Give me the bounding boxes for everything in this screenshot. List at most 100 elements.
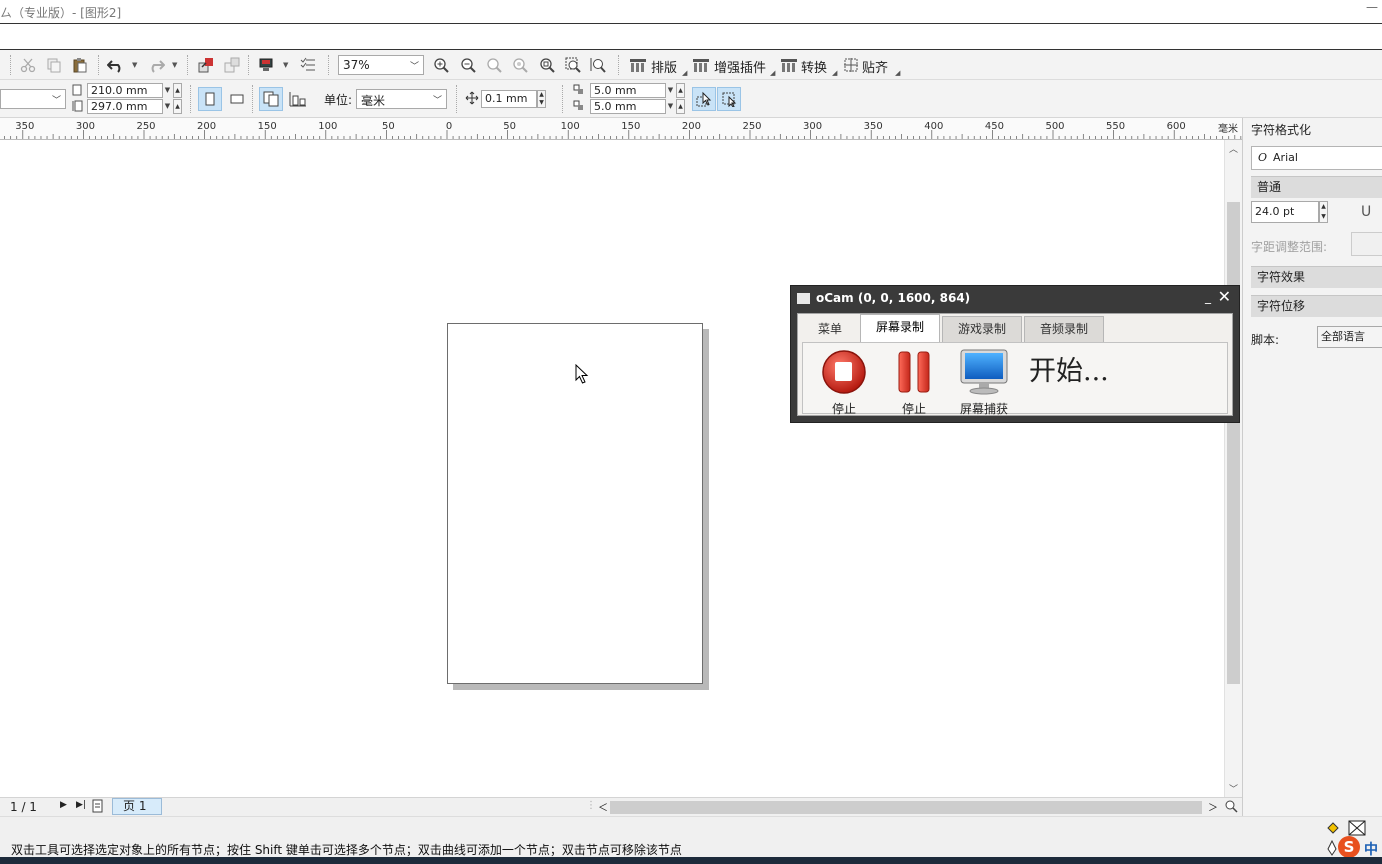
close-icon[interactable]: ✕ bbox=[1218, 287, 1231, 306]
options-icon[interactable] bbox=[298, 55, 318, 75]
duplicate-x-input[interactable]: 5.0 mm bbox=[590, 83, 666, 98]
snap-button[interactable]: 贴齐 bbox=[862, 57, 888, 76]
convert-dropdown-icon[interactable]: ◢ bbox=[832, 69, 837, 77]
zoom-selection-icon[interactable] bbox=[484, 55, 504, 75]
scroll-right-icon[interactable]: ＞ bbox=[1208, 799, 1218, 814]
cut-icon[interactable] bbox=[18, 55, 38, 75]
page-width-dropdown-icon[interactable]: ▼ bbox=[163, 83, 172, 98]
vertical-scroll-thumb[interactable] bbox=[1227, 202, 1240, 684]
undo-icon[interactable] bbox=[106, 55, 126, 75]
export-icon[interactable] bbox=[222, 55, 242, 75]
ruler-tick-label: 600 bbox=[1167, 121, 1186, 132]
zoom-height-icon[interactable] bbox=[588, 55, 608, 75]
redo-icon[interactable] bbox=[146, 55, 166, 75]
ocam-title-bar[interactable]: oCam (0, 0, 1600, 864) _ ✕ bbox=[791, 286, 1239, 310]
duplicate-x-dropdown-icon[interactable]: ▼ bbox=[666, 83, 675, 98]
convert-button[interactable]: 转换 bbox=[801, 57, 827, 76]
layout-dropdown-icon[interactable]: ◢ bbox=[682, 69, 687, 77]
ruler-tick-label: 50 bbox=[503, 121, 516, 132]
ruler-tick-label: 350 bbox=[15, 121, 34, 132]
duplicate-y-stepper[interactable]: ▲ bbox=[676, 99, 685, 114]
underline-icon[interactable]: U bbox=[1361, 204, 1371, 220]
fill-bucket-icon[interactable] bbox=[1326, 821, 1340, 838]
snap-icon bbox=[841, 55, 861, 75]
treat-as-filled-button[interactable] bbox=[692, 87, 716, 111]
page-height-stepper[interactable]: ▲ bbox=[173, 99, 182, 114]
plugins-dropdown-icon[interactable]: ◢ bbox=[770, 69, 775, 77]
ocam-stop-button[interactable]: 停止 bbox=[819, 349, 869, 417]
ruler-tick-label: 350 bbox=[864, 121, 883, 132]
copy-icon[interactable] bbox=[44, 55, 64, 75]
drawing-canvas[interactable] bbox=[0, 140, 1224, 797]
ocam-capture-button[interactable]: 屏幕捕获 bbox=[959, 349, 1009, 417]
horizontal-scroll-thumb[interactable] bbox=[610, 801, 1202, 814]
zoom-out-icon[interactable] bbox=[458, 55, 478, 75]
character-effects-section[interactable]: 字符效果 bbox=[1251, 266, 1382, 288]
ime-mode-label[interactable]: 中 bbox=[1364, 839, 1378, 859]
layout-button[interactable]: 排版 bbox=[651, 57, 677, 76]
font-size-stepper[interactable]: ▲ ▼ bbox=[1319, 201, 1328, 223]
zoom-width-icon[interactable] bbox=[563, 55, 583, 75]
snap-dropdown-icon[interactable]: ◢ bbox=[895, 69, 900, 77]
kerning-input[interactable] bbox=[1351, 232, 1382, 256]
duplicate-y-input[interactable]: 5.0 mm bbox=[590, 99, 666, 114]
ocam-tab-screen-record[interactable]: 屏幕录制 bbox=[860, 314, 940, 342]
nudge-stepper[interactable]: ▲ ▼ bbox=[537, 90, 546, 108]
zoom-all-icon[interactable] bbox=[510, 55, 530, 75]
undo-dropdown-icon[interactable]: ▼ bbox=[132, 61, 137, 69]
publish-icon[interactable] bbox=[256, 55, 276, 75]
duplicate-x-stepper[interactable]: ▲ bbox=[676, 83, 685, 98]
horizontal-scrollbar[interactable]: ＜ ＞ bbox=[594, 798, 1224, 816]
ocam-tab-menu[interactable]: 菜单 bbox=[806, 316, 854, 342]
ocam-minimize-button[interactable]: _ bbox=[1205, 290, 1211, 304]
title-bar: ㄙ（专业版）- [图形2] — bbox=[0, 0, 1382, 24]
page-height-dropdown-icon[interactable]: ▼ bbox=[163, 99, 172, 114]
font-select[interactable]: O Arial bbox=[1251, 146, 1382, 170]
minimize-button[interactable]: — bbox=[1366, 0, 1378, 14]
page-width-input[interactable]: 210.0 mm bbox=[87, 83, 163, 98]
vertical-scrollbar[interactable]: ︿ ﹀ bbox=[1224, 140, 1242, 797]
script-select[interactable]: 全部语言 bbox=[1317, 326, 1382, 348]
redo-dropdown-icon[interactable]: ▼ bbox=[172, 61, 177, 69]
scroll-left-icon[interactable]: ＜ bbox=[598, 799, 608, 814]
ruler-tick-label: 250 bbox=[136, 121, 155, 132]
all-pages-button[interactable] bbox=[259, 87, 283, 111]
duplicate-y-dropdown-icon[interactable]: ▼ bbox=[666, 99, 675, 114]
page-height-input[interactable]: 297.0 mm bbox=[87, 99, 163, 114]
page-tab-1[interactable]: 页 1 bbox=[112, 798, 162, 815]
script-label: 脚本: bbox=[1251, 333, 1280, 347]
landscape-button[interactable] bbox=[225, 87, 249, 111]
plugins-button[interactable]: 增强插件 bbox=[714, 57, 766, 76]
portrait-button[interactable] bbox=[198, 87, 222, 111]
unit-select[interactable]: 毫米 ﹀ bbox=[356, 89, 447, 109]
font-style-select[interactable]: 普通 bbox=[1251, 176, 1382, 198]
ocam-pause-button[interactable]: 停止 bbox=[889, 349, 939, 417]
publish-dropdown-icon[interactable]: ▼ bbox=[283, 61, 288, 69]
paste-icon[interactable] bbox=[70, 55, 90, 75]
zoom-in-icon[interactable] bbox=[431, 55, 451, 75]
nudge-input[interactable]: 0.1 mm bbox=[481, 90, 537, 108]
sogou-ime-icon[interactable]: S bbox=[1338, 836, 1360, 858]
character-offset-section[interactable]: 字符位移 bbox=[1251, 295, 1382, 317]
ruler-tick-label: 300 bbox=[76, 121, 95, 132]
page-size-select[interactable]: ﹀ bbox=[0, 89, 66, 109]
system-tray: S 中 ☽ bbox=[1282, 818, 1382, 858]
zoom-level-select[interactable]: 37% ﹀ bbox=[338, 55, 424, 75]
font-size-input[interactable]: 24.0 pt bbox=[1251, 201, 1319, 223]
edit-node-mode-button[interactable] bbox=[717, 87, 741, 111]
docker-title: 字符格式化 bbox=[1251, 123, 1312, 137]
ocam-tab-audio-record[interactable]: 音频录制 bbox=[1024, 316, 1104, 342]
zoom-navigator-icon[interactable] bbox=[1224, 799, 1238, 816]
last-page-icon[interactable]: ▶| bbox=[76, 800, 86, 810]
ocam-tab-game-record[interactable]: 游戏录制 bbox=[942, 316, 1022, 342]
zoom-page-icon[interactable] bbox=[537, 55, 557, 75]
toolbar-separator bbox=[328, 55, 329, 75]
page-width-stepper[interactable]: ▲ bbox=[173, 83, 182, 98]
scroll-up-icon[interactable]: ︿ bbox=[1229, 142, 1238, 155]
ruler-tick-label: 400 bbox=[924, 121, 943, 132]
next-page-icon[interactable]: ▶ bbox=[60, 800, 67, 810]
scroll-down-icon[interactable]: ﹀ bbox=[1229, 782, 1238, 795]
current-page-button[interactable] bbox=[286, 87, 310, 111]
add-page-icon[interactable] bbox=[92, 799, 104, 816]
import-icon[interactable] bbox=[196, 55, 216, 75]
